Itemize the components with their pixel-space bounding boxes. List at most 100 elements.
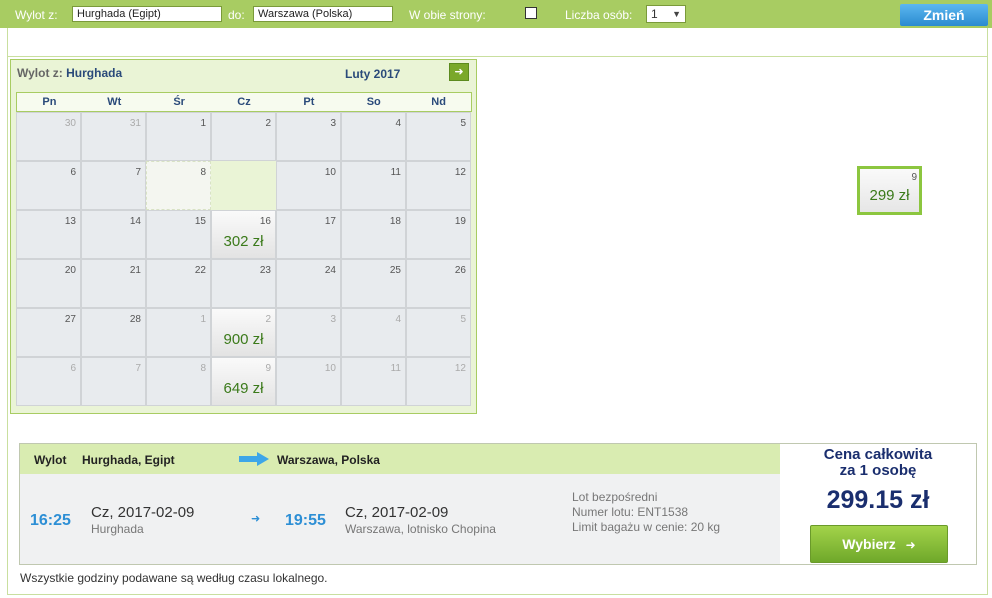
calendar-day: 11 (341, 161, 406, 210)
arrival-date: Cz, 2017-02-09 (345, 504, 449, 521)
fare-price: 302 zł (223, 233, 264, 250)
day-number: 28 (129, 314, 141, 325)
flight-number-text: Numer lotu: ENT1538 (572, 505, 689, 519)
calendar-day: 24 (276, 259, 341, 308)
day-number: 19 (454, 216, 466, 227)
weekday-label: Wt (107, 96, 122, 108)
calendar-day: 27 (16, 308, 81, 357)
day-number: 5 (460, 118, 466, 129)
day-number: 4 (395, 118, 401, 129)
calendar-day: 25 (341, 259, 406, 308)
next-month-button[interactable]: ➜ (449, 63, 469, 81)
arrow-right-icon: ➜ (454, 66, 464, 78)
calendar-day-with-fare[interactable]: 2 900 zł (211, 308, 276, 357)
day-number: 21 (129, 265, 141, 276)
fare-price: 299 zł (869, 187, 910, 204)
calendar-day: 23 (211, 259, 276, 308)
search-bar: Wylot z: Hurghada (Egipt) do: Warszawa (… (0, 0, 992, 28)
day-number: 14 (129, 216, 141, 227)
calendar-day-with-fare[interactable]: 16 302 zł (211, 210, 276, 259)
price-box: Cena całkowita za 1 osobę 299.15 zł Wybi… (780, 444, 976, 564)
fare-calendar: Wylot z: Hurghada Luty 2017 ➜ Pn Wt Śr Cz Pt… (10, 59, 922, 414)
day-number: 15 (194, 216, 206, 227)
calendar-heading-prefix: Wylot z: (17, 66, 63, 80)
calendar-heading-city: Hurghada (66, 66, 123, 80)
calendar-day: 12 (406, 161, 471, 210)
calendar-day: 14 (81, 210, 146, 259)
departure-date: Cz, 2017-02-09 (91, 504, 195, 521)
day-number: 23 (259, 265, 271, 276)
direct-flight-text: Lot bezpośredni (572, 490, 658, 504)
weekday-label: Nd (431, 96, 446, 108)
destination-header: Warszawa, Polska (277, 453, 380, 467)
calendar-week: 20 21 22 23 24 25 26 (16, 259, 472, 308)
day-number: 22 (194, 265, 206, 276)
calendar-day: 10 (276, 357, 341, 406)
calendar-day: 3 (276, 112, 341, 161)
calendar-day: 6 (16, 357, 81, 406)
calendar-week: 13 14 15 16 302 zł 17 18 19 (16, 210, 472, 259)
calendar-day: 6 (16, 161, 81, 210)
calendar-day: 1 (146, 112, 211, 161)
day-number: 30 (64, 118, 76, 129)
calendar-day: 22 (146, 259, 211, 308)
frame-top (7, 56, 988, 57)
day-number: 11 (390, 363, 401, 374)
day-number: 12 (454, 167, 466, 178)
persons-label: Liczba osób: (565, 8, 633, 22)
persons-value: 1 (651, 7, 658, 21)
weekday-header: Pn Wt Śr Cz Pt So Nd (16, 92, 472, 112)
calendar-day: 2 (211, 112, 276, 161)
price-title-line1: Cena całkowita (823, 446, 933, 463)
day-number: 7 (135, 167, 141, 178)
day-number: 8 (200, 167, 206, 178)
chevron-down-icon: ▼ (672, 9, 681, 19)
weekday-label: Cz (237, 96, 251, 108)
select-button-label: Wybierz (842, 536, 896, 552)
to-label: do: (228, 8, 245, 22)
calendar-day-with-fare[interactable]: 9 649 zł (211, 357, 276, 406)
day-number: 1 (200, 314, 206, 325)
calendar-heading: Wylot z: Hurghada (17, 66, 122, 80)
select-button[interactable]: Wybierz ➜ (810, 525, 948, 563)
persons-select[interactable]: 1 ▼ (646, 5, 686, 23)
fare-price: 900 zł (223, 331, 264, 348)
to-input[interactable]: Warszawa (Polska) (253, 6, 393, 22)
calendar-day: 15 (146, 210, 211, 259)
arrow-right-icon: ➜ (251, 513, 261, 525)
day-number: 16 (259, 216, 271, 227)
day-number: 17 (324, 216, 336, 227)
calendar-day: 4 (341, 308, 406, 357)
frame-left (7, 28, 8, 595)
timezone-note: Wszystkie godziny podawane są według cza… (20, 571, 328, 585)
arrival-place: Warszawa, lotnisko Chopina (345, 522, 496, 536)
calendar-day: 5 (406, 308, 471, 357)
change-button[interactable]: Zmień (900, 4, 988, 26)
day-number: 6 (70, 363, 76, 374)
calendar-day: 26 (406, 259, 471, 308)
calendar-day-with-fare[interactable]: 9 299 zł (857, 166, 922, 215)
arrival-time: 19:55 (285, 512, 326, 529)
total-price: 299.15 zł (826, 486, 930, 514)
flight-details: 16:25 Cz, 2017-02-09 Hurghada ➜ 19:55 Cz… (20, 474, 780, 564)
calendar-day: 19 (406, 210, 471, 259)
calendar-month: Luty 2017 (345, 67, 401, 81)
day-number: 24 (324, 265, 336, 276)
from-input[interactable]: Hurghada (Egipt) (72, 6, 222, 22)
calendar-week: 27 28 1 2 900 zł 3 4 5 (16, 308, 472, 357)
day-number: 4 (395, 314, 401, 325)
day-number: 3 (330, 314, 336, 325)
day-number: 27 (64, 314, 76, 325)
frame-bottom (7, 594, 988, 595)
day-number: 12 (454, 363, 466, 374)
arrow-right-icon (239, 452, 269, 466)
roundtrip-checkbox[interactable] (525, 7, 537, 19)
calendar-day: 10 (276, 161, 341, 210)
calendar-day: 1 (146, 308, 211, 357)
calendar-day: 11 (341, 357, 406, 406)
day-number: 5 (460, 314, 466, 325)
day-number: 26 (454, 265, 466, 276)
day-number: 2 (265, 314, 271, 325)
arrow-right-icon: ➜ (905, 538, 916, 552)
calendar-day: 12 (406, 357, 471, 406)
